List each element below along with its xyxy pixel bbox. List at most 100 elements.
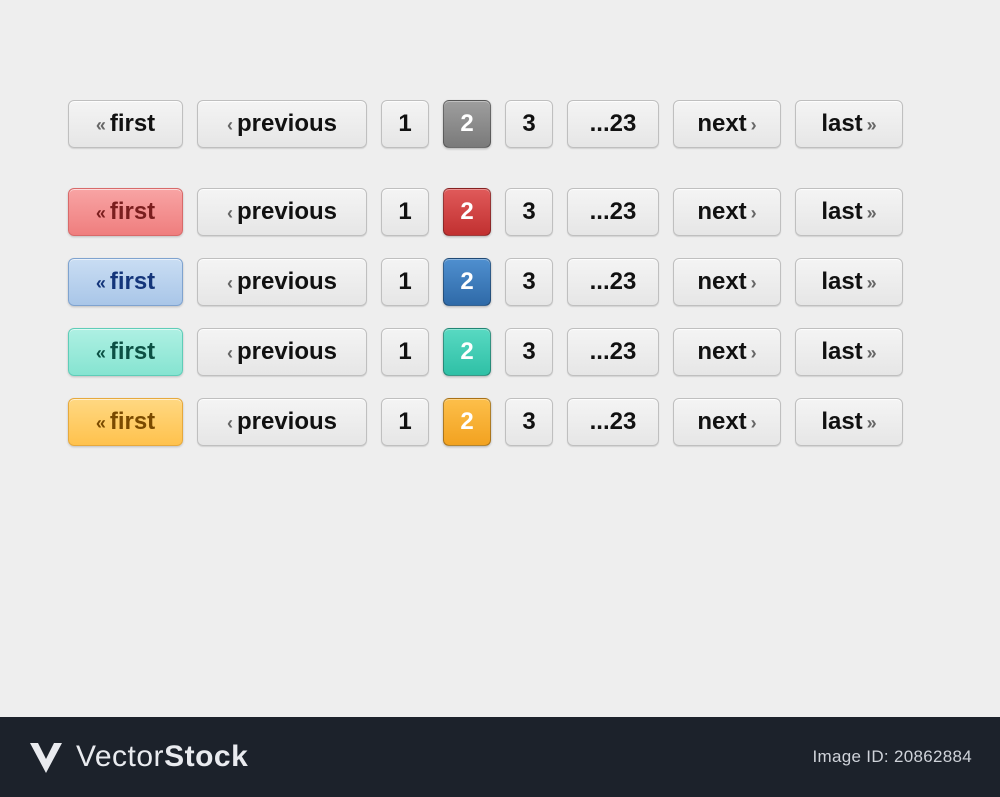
page-1-label: 1 <box>398 110 411 138</box>
page-1-button[interactable]: 1 <box>381 188 429 236</box>
dbl-right-icon: » <box>867 203 877 224</box>
previous-button[interactable]: ‹previous <box>197 398 367 446</box>
page-3-label: 3 <box>522 110 535 138</box>
page-2-label: 2 <box>460 338 473 366</box>
page-3-button[interactable]: 3 <box>505 398 553 446</box>
previous-label: previous <box>237 408 337 436</box>
page-ellipsis-button[interactable]: ...23 <box>567 100 659 148</box>
page-2-button-current[interactable]: 2 <box>443 100 491 148</box>
page-1-label: 1 <box>398 408 411 436</box>
page-1-label: 1 <box>398 268 411 296</box>
first-label: first <box>110 268 155 296</box>
dbl-left-icon: « <box>96 343 106 364</box>
single-left-icon: ‹ <box>227 203 233 224</box>
pagination-row-blue: «first ‹previous 1 2 3 ...23 next› last» <box>68 258 932 306</box>
ellipsis-label: ...23 <box>590 338 637 366</box>
first-button[interactable]: «first <box>68 328 183 376</box>
page-1-button[interactable]: 1 <box>381 100 429 148</box>
previous-button[interactable]: ‹previous <box>197 328 367 376</box>
last-button[interactable]: last» <box>795 328 903 376</box>
next-label: next <box>697 268 746 296</box>
pagination-row-red: «first ‹previous 1 2 3 ...23 next› last» <box>68 188 932 236</box>
next-button[interactable]: next› <box>673 398 781 446</box>
brand-thin: Vector <box>76 740 164 773</box>
last-button[interactable]: last» <box>795 398 903 446</box>
last-label: last <box>821 268 862 296</box>
dbl-right-icon: » <box>867 343 877 364</box>
last-label: last <box>821 408 862 436</box>
footer-bar: VectorStock Image ID: 20862884 <box>0 717 1000 797</box>
page-2-button-current[interactable]: 2 <box>443 258 491 306</box>
previous-button[interactable]: ‹previous <box>197 188 367 236</box>
last-label: last <box>821 338 862 366</box>
pagination-row-orange: «first ‹previous 1 2 3 ...23 next› last» <box>68 398 932 446</box>
ellipsis-label: ...23 <box>590 198 637 226</box>
image-id-label: Image ID: 20862884 <box>813 747 972 767</box>
last-button[interactable]: last» <box>795 100 903 148</box>
single-right-icon: › <box>751 343 757 364</box>
previous-button[interactable]: ‹previous <box>197 100 367 148</box>
first-label: first <box>110 338 155 366</box>
dbl-right-icon: » <box>867 273 877 294</box>
page-2-button-current[interactable]: 2 <box>443 188 491 236</box>
page-ellipsis-button[interactable]: ...23 <box>567 398 659 446</box>
page-3-button[interactable]: 3 <box>505 100 553 148</box>
page-ellipsis-button[interactable]: ...23 <box>567 188 659 236</box>
next-label: next <box>697 408 746 436</box>
last-label: last <box>821 198 862 226</box>
next-label: next <box>697 198 746 226</box>
dbl-right-icon: » <box>867 115 877 136</box>
vectorstock-logo: VectorStock <box>24 735 248 779</box>
ellipsis-label: ...23 <box>590 110 637 138</box>
brand-bold: Stock <box>164 740 248 773</box>
page-3-button[interactable]: 3 <box>505 188 553 236</box>
page-2-label: 2 <box>460 110 473 138</box>
single-left-icon: ‹ <box>227 273 233 294</box>
single-left-icon: ‹ <box>227 413 233 434</box>
next-button[interactable]: next› <box>673 328 781 376</box>
page-2-label: 2 <box>460 268 473 296</box>
first-label: first <box>110 408 155 436</box>
page-3-label: 3 <box>522 268 535 296</box>
dbl-left-icon: « <box>96 203 106 224</box>
first-button[interactable]: «first <box>68 398 183 446</box>
first-label: first <box>110 198 155 226</box>
page-3-label: 3 <box>522 408 535 436</box>
page-3-button[interactable]: 3 <box>505 328 553 376</box>
page-3-button[interactable]: 3 <box>505 258 553 306</box>
pagination-row-gray: «first ‹previous 1 2 3 ...23 next› last» <box>68 100 932 148</box>
vectorstock-wordmark: VectorStock <box>76 740 248 774</box>
page-ellipsis-button[interactable]: ...23 <box>567 328 659 376</box>
dbl-left-icon: « <box>96 115 106 136</box>
page-1-button[interactable]: 1 <box>381 328 429 376</box>
first-button[interactable]: «first <box>68 100 183 148</box>
last-button[interactable]: last» <box>795 258 903 306</box>
page-ellipsis-button[interactable]: ...23 <box>567 258 659 306</box>
previous-label: previous <box>237 268 337 296</box>
dbl-left-icon: « <box>96 413 106 434</box>
first-button[interactable]: «first <box>68 188 183 236</box>
first-button[interactable]: «first <box>68 258 183 306</box>
next-button[interactable]: next› <box>673 258 781 306</box>
page-1-button[interactable]: 1 <box>381 398 429 446</box>
page-2-label: 2 <box>460 198 473 226</box>
single-right-icon: › <box>751 115 757 136</box>
next-label: next <box>697 110 746 138</box>
last-label: last <box>821 110 862 138</box>
pagination-row-teal: «first ‹previous 1 2 3 ...23 next› last» <box>68 328 932 376</box>
next-button[interactable]: next› <box>673 100 781 148</box>
last-button[interactable]: last» <box>795 188 903 236</box>
next-button[interactable]: next› <box>673 188 781 236</box>
page-2-button-current[interactable]: 2 <box>443 398 491 446</box>
page-1-button[interactable]: 1 <box>381 258 429 306</box>
pagination-variants-canvas: «first‹previous123...23next›last»«first‹… <box>0 0 1000 446</box>
first-label: first <box>110 110 155 138</box>
page-2-button-current[interactable]: 2 <box>443 328 491 376</box>
previous-label: previous <box>237 198 337 226</box>
ellipsis-label: ...23 <box>590 408 637 436</box>
page-3-label: 3 <box>522 198 535 226</box>
page-2-label: 2 <box>460 408 473 436</box>
single-right-icon: › <box>751 273 757 294</box>
previous-button[interactable]: ‹previous <box>197 258 367 306</box>
vectorstock-mark-icon <box>24 735 68 779</box>
